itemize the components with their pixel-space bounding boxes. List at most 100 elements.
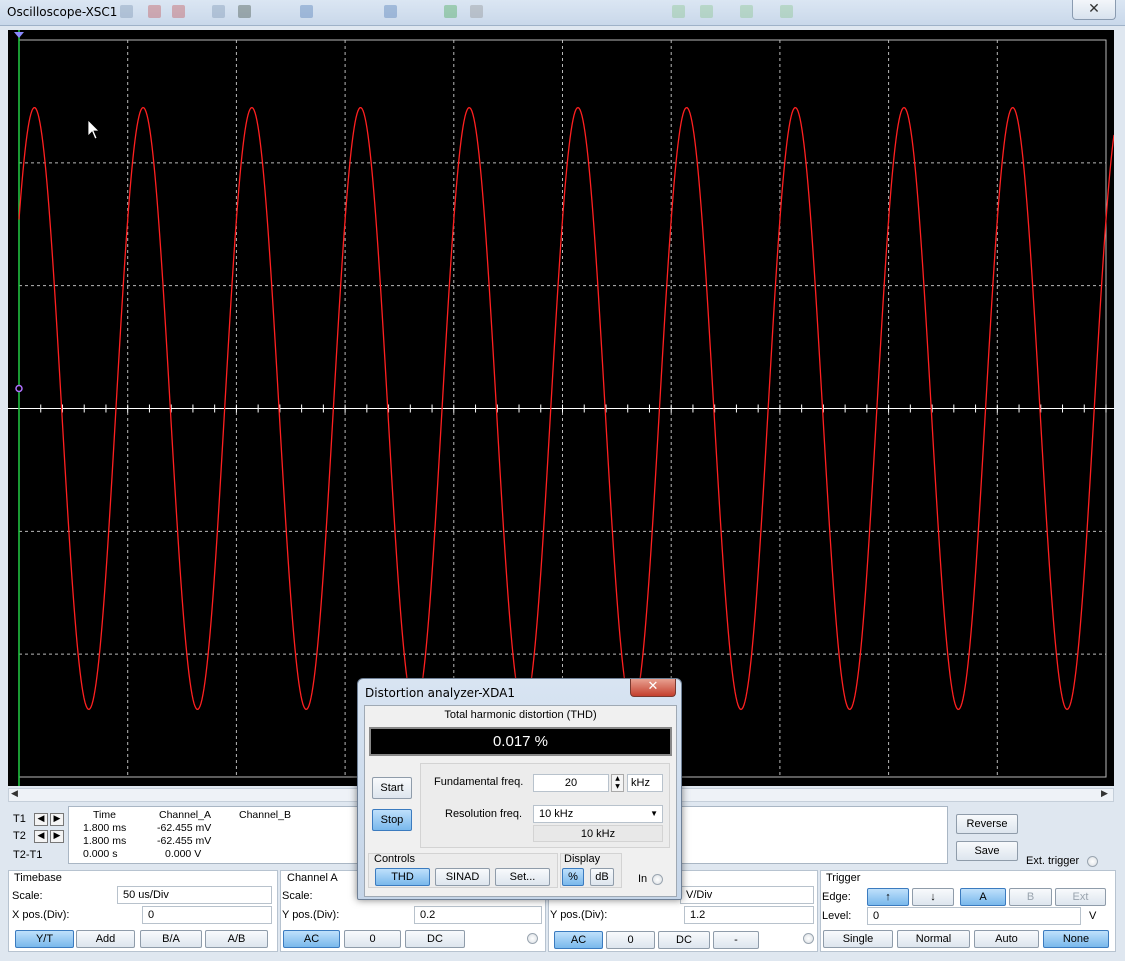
start-button[interactable]: Start: [372, 777, 412, 799]
toolbar-icon: [300, 5, 313, 18]
trigger-none-button[interactable]: None: [1043, 930, 1109, 948]
channel-a-ypos-field[interactable]: 0.2: [414, 906, 542, 924]
display-db-button[interactable]: dB: [590, 868, 614, 886]
edge-falling-button[interactable]: ↓: [912, 888, 954, 906]
thd-heading: Total harmonic distortion (THD): [444, 709, 597, 721]
channel-a-ground-marker: [15, 384, 23, 393]
edge-rising-button[interactable]: ↑: [867, 888, 909, 906]
trigger-source-b-button[interactable]: B: [1009, 888, 1052, 906]
stop-button[interactable]: Stop: [372, 809, 412, 831]
timebase-scale-field[interactable]: 50 us/Div: [117, 886, 272, 904]
toolbar-icon: [148, 5, 161, 18]
t1-right-icon[interactable]: ▶: [50, 813, 64, 826]
distortion-analyzer-body: Total harmonic distortion (THD) 0.017 % …: [364, 705, 677, 897]
channel-b-zero-button[interactable]: 0: [606, 931, 655, 949]
trigger-single-button[interactable]: Single: [823, 930, 893, 948]
reverse-button[interactable]: Reverse: [956, 814, 1018, 834]
mode-ba-button[interactable]: B/A: [140, 930, 202, 948]
close-button[interactable]: ✕: [1072, 0, 1116, 20]
channel-b-ypos-label: Y pos.(Div):: [550, 909, 608, 921]
t2-right-icon[interactable]: ▶: [50, 830, 64, 843]
scope-graph: [8, 30, 1114, 786]
t1-label: T1: [13, 813, 26, 825]
distortion-analyzer-window: Distortion analyzer-XDA1 ✕ Total harmoni…: [357, 678, 682, 900]
t1-left-icon[interactable]: ◀: [34, 813, 48, 826]
readout-t2-time: 1.800 ms: [83, 835, 127, 847]
channel-a-zero-button[interactable]: 0: [344, 930, 401, 948]
toolbar-icon: [780, 5, 793, 18]
timebase-xpos-field[interactable]: 0: [142, 906, 272, 924]
timebase-title: Timebase: [14, 872, 62, 884]
display-percent-button[interactable]: %: [562, 868, 584, 886]
chevron-down-icon: ▼: [650, 809, 658, 818]
trigger-level-field[interactable]: 0: [867, 907, 1081, 925]
t2-t1-label: T2-T1: [13, 849, 43, 861]
scroll-right-icon[interactable]: ▶: [1101, 789, 1108, 799]
toolbar-icon: [120, 5, 133, 18]
mode-ab-button[interactable]: A/B: [205, 930, 268, 948]
input-terminal-label: In: [638, 873, 648, 885]
distortion-analyzer-close-button[interactable]: ✕: [630, 679, 676, 697]
timebase-xpos-label: X pos.(Div):: [12, 909, 70, 921]
toolbar-icon: [384, 5, 397, 18]
channel-b-ypos-field[interactable]: 1.2: [684, 906, 814, 924]
thd-value-display: 0.017 %: [369, 727, 672, 756]
channel-a-ypos-label: Y pos.(Div):: [282, 909, 340, 921]
readout-t1-channel-a: -62.455 mV: [157, 822, 212, 834]
thd-button[interactable]: THD: [375, 868, 430, 886]
ext-trigger-terminal[interactable]: [1087, 856, 1098, 867]
channel-a-title: Channel A: [287, 872, 338, 884]
channel-b-invert-button[interactable]: -: [713, 931, 759, 949]
fundamental-freq-field[interactable]: 20: [533, 774, 609, 792]
toolbar-icon: [172, 5, 185, 18]
trigger-edge-label: Edge:: [822, 891, 851, 903]
scroll-left-icon[interactable]: ◀: [11, 789, 18, 799]
t2-label: T2: [13, 830, 26, 842]
resolution-freq-readout-text: 10 kHz: [580, 828, 616, 840]
channel-b-terminal[interactable]: [803, 933, 814, 944]
toolbar-icon: [672, 5, 685, 18]
mouse-pointer-icon: [87, 119, 100, 140]
channel-a-terminal[interactable]: [527, 933, 538, 944]
resolution-freq-select[interactable]: 10 kHz ▼: [533, 805, 663, 823]
input-terminal[interactable]: [652, 874, 663, 885]
ext-trigger-label: Ext. trigger: [1026, 855, 1080, 867]
readout-delta-time: 0.000 s: [83, 848, 118, 860]
channel-a-ac-button[interactable]: AC: [283, 930, 340, 948]
distortion-analyzer-title: Distortion analyzer-XDA1: [365, 686, 516, 700]
fundamental-freq-spinner[interactable]: ▲ ▼: [611, 774, 624, 792]
readout-header-channel-b: Channel_B: [239, 809, 291, 821]
save-button[interactable]: Save: [956, 841, 1018, 861]
readout-t1-time: 1.800 ms: [83, 822, 127, 834]
fundamental-freq-label: Fundamental freq.: [434, 776, 524, 788]
mode-add-button[interactable]: Add: [76, 930, 135, 948]
channel-a-dc-button[interactable]: DC: [405, 930, 465, 948]
toolbar-icon: [212, 5, 225, 18]
fundamental-freq-unit[interactable]: kHz: [627, 774, 663, 792]
cursor-t1-marker-icon: [14, 32, 24, 38]
readout-header-channel-a: Channel_A: [159, 809, 211, 821]
trigger-source-a-button[interactable]: A: [960, 888, 1006, 906]
trigger-auto-button[interactable]: Auto: [974, 930, 1039, 948]
trigger-title: Trigger: [826, 872, 861, 884]
controls-title: Controls: [374, 853, 415, 865]
play-icon: [444, 5, 457, 18]
trigger-source-ext-button[interactable]: Ext: [1055, 888, 1106, 906]
sinad-button[interactable]: SINAD: [435, 868, 490, 886]
channel-a-scale-label: Scale:: [282, 890, 313, 902]
timebase-scale-label: Scale:: [12, 890, 43, 902]
channel-b-dc-button[interactable]: DC: [658, 931, 710, 949]
t2-left-icon[interactable]: ◀: [34, 830, 48, 843]
pause-icon: [470, 5, 483, 18]
channel-b-scale-field[interactable]: V/Div: [680, 886, 814, 904]
trigger-normal-button[interactable]: Normal: [897, 930, 970, 948]
channel-b-ac-button[interactable]: AC: [554, 931, 603, 949]
trigger-level-unit: V: [1089, 910, 1097, 922]
trigger-level-label: Level:: [822, 910, 852, 922]
display-title: Display: [564, 853, 601, 865]
resolution-freq-label: Resolution freq.: [445, 808, 523, 820]
mode-yt-button[interactable]: Y/T: [15, 930, 74, 948]
set-button[interactable]: Set...: [495, 868, 550, 886]
toolbar-icon: [238, 5, 251, 18]
window-title: Oscilloscope-XSC1: [7, 5, 118, 19]
